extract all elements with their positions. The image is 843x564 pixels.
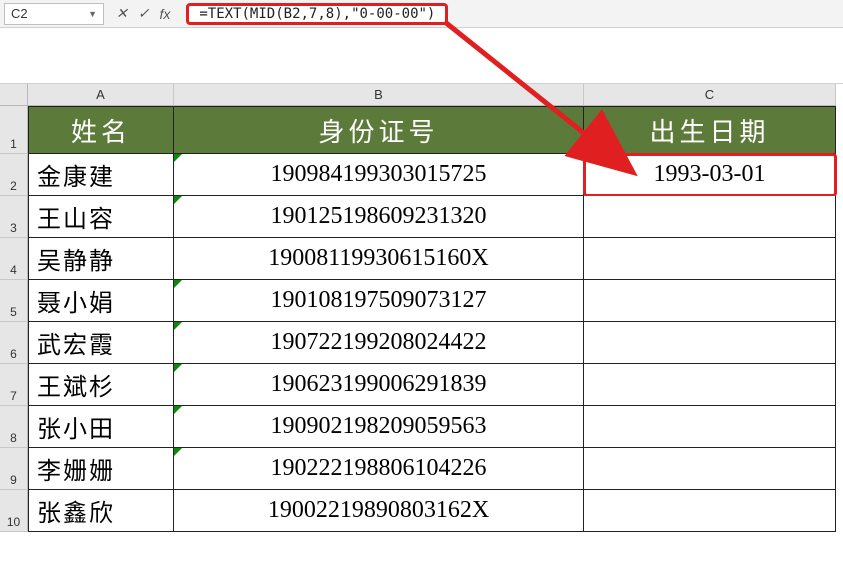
row-header[interactable]: 9 [0,448,28,490]
name-box-value: C2 [11,6,28,21]
cell-id[interactable]: 190222198806104226 [174,448,584,490]
cell-birth-active[interactable]: 1993-03-01 [584,154,836,196]
cell-name[interactable]: 张小田 [28,406,174,448]
row-header[interactable]: 3 [0,196,28,238]
column-header-row: A B C [0,84,843,106]
cell-name[interactable]: 王山容 [28,196,174,238]
table-row: 3 王山容 190125198609231320 [0,196,843,238]
formula-bar-buttons: ✕ ✓ fx [110,5,180,22]
column-header-B[interactable]: B [174,84,584,106]
fx-icon[interactable]: fx [159,6,174,22]
cell-name[interactable]: 张鑫欣 [28,490,174,532]
row-header[interactable]: 10 [0,490,28,532]
confirm-icon[interactable]: ✓ [138,5,150,22]
cell-id[interactable]: 190125198609231320 [174,196,584,238]
cell-id[interactable]: 190902198209059563 [174,406,584,448]
header-name[interactable]: 姓名 [28,106,174,154]
formula-input[interactable]: =TEXT(MID(B2,7,8),"0-00-00") [186,3,448,25]
row-header[interactable]: 7 [0,364,28,406]
cell-name[interactable]: 吴静静 [28,238,174,280]
cell-name[interactable]: 聂小娟 [28,280,174,322]
formula-bar: C2 ▼ ✕ ✓ fx =TEXT(MID(B2,7,8),"0-00-00") [0,0,843,28]
row-header[interactable]: 4 [0,238,28,280]
cell-birth[interactable] [584,280,836,322]
name-box[interactable]: C2 ▼ [4,3,104,25]
cancel-icon[interactable]: ✕ [116,5,128,22]
row-header[interactable]: 6 [0,322,28,364]
cell-id[interactable]: 19008119930615160X [174,238,584,280]
cell-birth[interactable] [584,448,836,490]
row-header[interactable]: 2 [0,154,28,196]
cell-name[interactable]: 金康建 [28,154,174,196]
cell-id[interactable]: 190722199208024422 [174,322,584,364]
row-header[interactable]: 1 [0,106,28,154]
table-row: 8 张小田 190902198209059563 [0,406,843,448]
column-header-A[interactable]: A [28,84,174,106]
table-row: 7 王斌杉 190623199006291839 [0,364,843,406]
table-row: 5 聂小娟 190108197509073127 [0,280,843,322]
cell-birth[interactable] [584,322,836,364]
formula-bar-expand-area [0,28,843,84]
cell-name[interactable]: 李姗姗 [28,448,174,490]
cell-name[interactable]: 武宏霞 [28,322,174,364]
cell-birth[interactable] [584,196,836,238]
column-header-C[interactable]: C [584,84,836,106]
chevron-down-icon: ▼ [88,9,97,19]
cell-id[interactable]: 190623199006291839 [174,364,584,406]
table-row: 1 姓名 身份证号 出生日期 [0,106,843,154]
table-row: 2 金康建 190984199303015725 1993-03-01 [0,154,843,196]
select-all-corner[interactable] [0,84,28,106]
cell-id[interactable]: 190984199303015725 [174,154,584,196]
row-header[interactable]: 8 [0,406,28,448]
table-row: 9 李姗姗 190222198806104226 [0,448,843,490]
row-header[interactable]: 5 [0,280,28,322]
cell-id[interactable]: 190108197509073127 [174,280,584,322]
table-row: 10 张鑫欣 19002219890803162X [0,490,843,532]
table-row: 4 吴静静 19008119930615160X [0,238,843,280]
table-row: 6 武宏霞 190722199208024422 [0,322,843,364]
formula-text: =TEXT(MID(B2,7,8),"0-00-00") [199,6,435,22]
cell-name[interactable]: 王斌杉 [28,364,174,406]
cell-id[interactable]: 19002219890803162X [174,490,584,532]
cell-birth[interactable] [584,490,836,532]
header-birth[interactable]: 出生日期 [584,106,836,154]
header-id[interactable]: 身份证号 [174,106,584,154]
cell-birth[interactable] [584,238,836,280]
spreadsheet-grid: A B C 1 姓名 身份证号 出生日期 2 金康建 1909841993030… [0,84,843,532]
cell-birth[interactable] [584,406,836,448]
cell-birth[interactable] [584,364,836,406]
